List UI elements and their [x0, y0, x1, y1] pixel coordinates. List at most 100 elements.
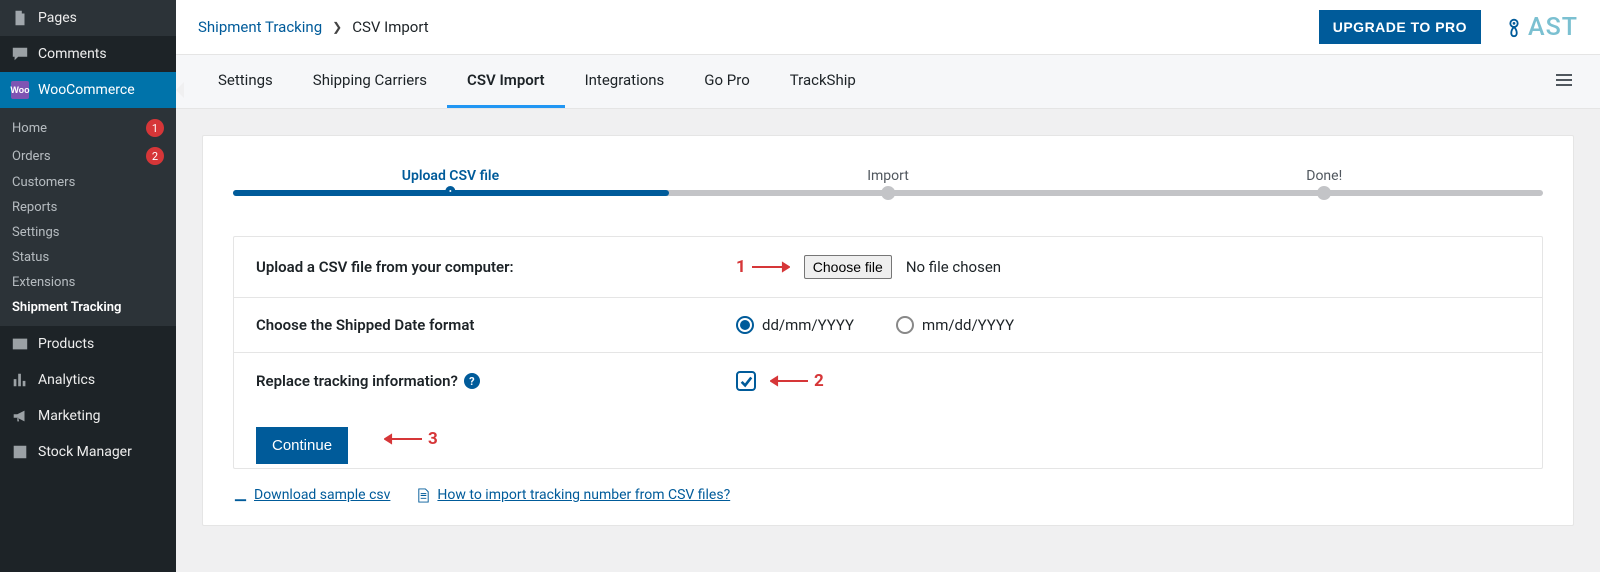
radio-input[interactable]: [736, 316, 754, 334]
megaphone-icon: [10, 406, 30, 426]
sidebar-item-analytics[interactable]: Analytics: [0, 362, 176, 398]
replace-label: Replace tracking information?: [256, 372, 458, 390]
stock-icon: [10, 442, 30, 462]
radio-input[interactable]: [896, 316, 914, 334]
step-done: Done!: [1306, 168, 1342, 184]
tab-integrations[interactable]: Integrations: [565, 55, 685, 108]
row-continue: Continue 3: [234, 409, 1542, 468]
tab-settings[interactable]: Settings: [198, 55, 293, 108]
row-date-format: Choose the Shipped Date format dd/mm/YYY…: [234, 298, 1542, 353]
tab-go-pro[interactable]: Go Pro: [684, 55, 769, 108]
sidebar-item-label: Pages: [38, 10, 166, 26]
count-badge: 1: [146, 119, 164, 137]
count-badge: 2: [146, 147, 164, 165]
sidebar-item-pages[interactable]: Pages: [0, 0, 176, 36]
step-import: Import: [867, 168, 909, 184]
row-upload-file: Upload a CSV file from your computer: 1 …: [234, 237, 1542, 298]
sidebar-item-label: Extensions: [12, 275, 164, 290]
help-icon[interactable]: ?: [464, 373, 480, 389]
sidebar-item-label: WooCommerce: [38, 82, 166, 98]
tab-csv-import[interactable]: CSV Import: [447, 55, 565, 108]
bottom-links: Download sample csv How to import tracki…: [233, 487, 1543, 503]
sidebar-item-label: Settings: [12, 225, 164, 240]
annotation-number: 2: [814, 371, 824, 391]
annotation-1: 1: [736, 257, 790, 277]
breadcrumb-root[interactable]: Shipment Tracking: [198, 18, 322, 36]
step-dot: [881, 186, 895, 200]
sidebar-item-label: Products: [38, 336, 166, 352]
ast-logo: AST: [1503, 13, 1578, 42]
link-text: How to import tracking number from CSV f…: [437, 487, 730, 503]
location-icon: [1503, 16, 1525, 38]
sidebar-item-label: Comments: [38, 46, 166, 62]
woocommerce-icon: Woo: [10, 80, 30, 100]
submenu-shipment-tracking[interactable]: Shipment Tracking: [0, 295, 176, 320]
step-dot: [445, 186, 455, 196]
sidebar-item-label: Analytics: [38, 372, 166, 388]
date-format-label: Choose the Shipped Date format: [256, 316, 736, 334]
upgrade-button[interactable]: UPGRADE TO PRO: [1319, 10, 1481, 44]
sidebar-item-label: Orders: [12, 149, 140, 164]
submenu-customers[interactable]: Customers: [0, 170, 176, 195]
comments-icon: [10, 44, 30, 64]
tab-trackship[interactable]: TrackShip: [770, 55, 876, 108]
radio-label: mm/dd/YYYY: [922, 316, 1014, 334]
tab-shipping-carriers[interactable]: Shipping Carriers: [293, 55, 447, 108]
woocommerce-submenu: Home 1 Orders 2 Customers Reports Settin…: [0, 108, 176, 326]
sidebar-item-label: Status: [12, 250, 164, 265]
sidebar-item-marketing[interactable]: Marketing: [0, 398, 176, 434]
submenu-settings[interactable]: Settings: [0, 220, 176, 245]
tabs-bar: Settings Shipping Carriers CSV Import In…: [176, 55, 1600, 109]
breadcrumb-current: CSV Import: [352, 18, 429, 36]
sidebar-item-label: Shipment Tracking: [12, 300, 164, 315]
form-table: Upload a CSV file from your computer: 1 …: [233, 236, 1543, 469]
chevron-right-icon: ❯: [332, 20, 342, 34]
sidebar-item-stock-manager[interactable]: Stock Manager: [0, 434, 176, 470]
sidebar-item-products[interactable]: Products: [0, 326, 176, 362]
main-content: Shipment Tracking ❯ CSV Import UPGRADE T…: [176, 0, 1600, 572]
continue-button[interactable]: Continue: [256, 427, 348, 464]
products-icon: [10, 334, 30, 354]
menu-icon[interactable]: [1550, 66, 1578, 98]
radio-option-mmddyyyy[interactable]: mm/dd/YYYY: [896, 316, 1014, 334]
pages-icon: [10, 8, 30, 28]
sidebar-item-woocommerce[interactable]: Woo WooCommerce: [0, 72, 176, 108]
sidebar-item-label: Customers: [12, 175, 164, 190]
link-text: Download sample csv: [254, 487, 390, 503]
submenu-extensions[interactable]: Extensions: [0, 270, 176, 295]
content-area: Upload CSV file Import Done! Upload a CS…: [176, 109, 1600, 572]
step-label: Done!: [1306, 168, 1342, 184]
logo-text: AST: [1528, 13, 1578, 42]
submenu-reports[interactable]: Reports: [0, 195, 176, 220]
step-dot: [1317, 186, 1331, 200]
step-upload: Upload CSV file: [402, 168, 499, 184]
progress-stepper: Upload CSV file Import Done!: [233, 168, 1543, 196]
submenu-home[interactable]: Home 1: [0, 114, 176, 142]
admin-sidebar: Pages Comments Woo WooCommerce Home 1 Or…: [0, 0, 176, 572]
annotation-2: 2: [770, 371, 824, 391]
submenu-status[interactable]: Status: [0, 245, 176, 270]
submenu-orders[interactable]: Orders 2: [0, 142, 176, 170]
annotation-number: 1: [736, 257, 746, 277]
sidebar-item-label: Stock Manager: [38, 444, 166, 460]
step-label: Upload CSV file: [402, 168, 499, 184]
row-replace-tracking: Replace tracking information? ? 2: [234, 353, 1542, 409]
replace-checkbox[interactable]: [736, 371, 756, 391]
document-icon: [416, 488, 431, 503]
upload-label: Upload a CSV file from your computer:: [256, 258, 736, 276]
radio-option-ddmmyyyy[interactable]: dd/mm/YYYY: [736, 316, 854, 334]
radio-label: dd/mm/YYYY: [762, 316, 854, 334]
download-icon: [233, 488, 248, 503]
step-label: Import: [867, 168, 909, 184]
breadcrumb: Shipment Tracking ❯ CSV Import: [198, 18, 429, 36]
sidebar-item-comments[interactable]: Comments: [0, 36, 176, 72]
how-to-link[interactable]: How to import tracking number from CSV f…: [416, 487, 730, 503]
no-file-text: No file chosen: [906, 258, 1001, 276]
topbar: Shipment Tracking ❯ CSV Import UPGRADE T…: [176, 0, 1600, 55]
annotation-number: 3: [428, 429, 438, 449]
sidebar-item-label: Home: [12, 121, 140, 136]
choose-file-button[interactable]: Choose file: [804, 255, 892, 279]
download-sample-link[interactable]: Download sample csv: [233, 487, 390, 503]
sidebar-item-label: Reports: [12, 200, 164, 215]
analytics-icon: [10, 370, 30, 390]
